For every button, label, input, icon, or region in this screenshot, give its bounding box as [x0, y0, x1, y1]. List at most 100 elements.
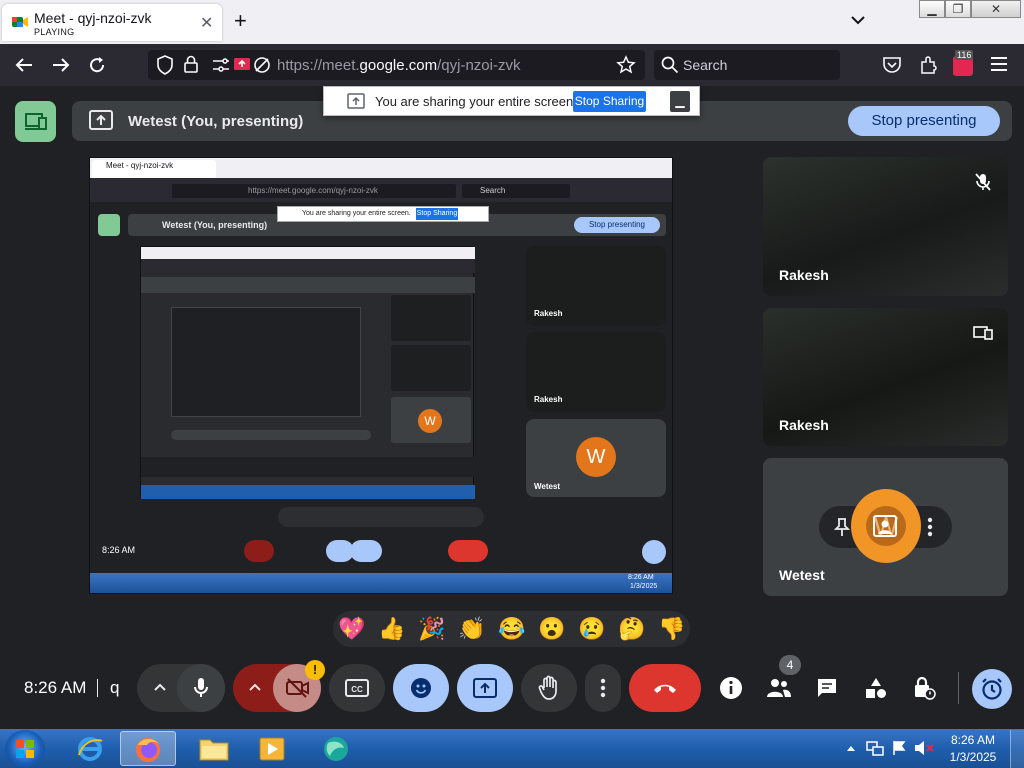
stop-sharing-button[interactable]: Stop Sharing: [573, 91, 646, 112]
frame-person-icon[interactable]: [872, 514, 898, 538]
lock-icon[interactable]: [184, 55, 198, 73]
participant-tile-rakesh-2[interactable]: Rakesh: [763, 308, 1008, 446]
nested-avatar: W: [576, 437, 616, 477]
reaction-party[interactable]: 🎉: [417, 615, 447, 643]
nested-stop-presenting: Stop presenting: [574, 217, 660, 233]
chat-icon[interactable]: [816, 677, 838, 699]
autoplay-blocked-icon[interactable]: [253, 56, 271, 74]
pin-icon[interactable]: [834, 517, 850, 537]
start-button[interactable]: [5, 730, 45, 768]
nested-name-1: Rakesh: [534, 309, 563, 318]
minimize-window-button[interactable]: ▁: [919, 0, 945, 18]
media-player-icon: [259, 737, 285, 761]
presenting-icon: [973, 326, 993, 340]
back-arrow-icon[interactable]: [14, 56, 34, 74]
people-count-badge: 4: [779, 655, 801, 675]
activities-icon[interactable]: [864, 676, 888, 700]
layout-toggle-button[interactable]: [15, 101, 56, 142]
reaction-surprised[interactable]: 😮: [537, 615, 567, 643]
volume-muted-icon[interactable]: [914, 740, 934, 756]
nested-taskbar-date: 1/3/2025: [630, 583, 658, 590]
alarm-clock-icon: [982, 678, 1002, 700]
tab-playing-status: PLAYING: [34, 27, 75, 37]
taskbar-firefox[interactable]: [120, 731, 176, 766]
search-field[interactable]: [654, 50, 840, 80]
divider: [97, 679, 98, 697]
host-controls-lock-icon[interactable]: [912, 675, 936, 701]
camera-warning-badge: !: [305, 660, 325, 680]
screen-share-icon: [89, 110, 113, 130]
microphone-icon: [194, 678, 208, 697]
taskbar-app-green[interactable]: [308, 731, 364, 766]
nested-taskbar-time: 8:26 AM: [628, 574, 654, 581]
tab-close-icon[interactable]: ✕: [200, 13, 213, 33]
reaction-sad[interactable]: 😢: [577, 615, 607, 643]
browser-tab-meet[interactable]: Meet - qyj-nzoi-zvk PLAYING ✕: [2, 4, 222, 41]
muted-mic-icon: [975, 173, 991, 191]
reload-icon[interactable]: [87, 55, 107, 75]
presenting-title: Wetest (You, presenting): [128, 113, 304, 130]
nested-layout-button: [98, 214, 120, 236]
reaction-thumbs-down[interactable]: 👎: [657, 615, 687, 643]
participant-name: Wetest: [779, 567, 825, 583]
reaction-thumbs-up[interactable]: 👍: [377, 615, 407, 643]
participant-tile-rakesh-1[interactable]: Rakesh: [763, 157, 1008, 296]
firefox-icon: [136, 738, 160, 762]
taskbar-file-explorer[interactable]: [186, 731, 242, 766]
forward-arrow-icon[interactable]: [51, 56, 71, 74]
more-vert-icon: [600, 678, 606, 698]
stop-presenting-button[interactable]: Stop presenting: [848, 106, 1000, 136]
present-to-all-icon: [25, 113, 47, 130]
extension-badge: 116: [955, 50, 974, 60]
nested-reactions: [278, 507, 484, 527]
pocket-icon[interactable]: [882, 56, 902, 74]
reaction-heart[interactable]: 💖: [337, 615, 367, 643]
nested-search: Search: [480, 186, 506, 195]
menu-hamburger-icon[interactable]: [990, 56, 1008, 72]
close-window-button[interactable]: ✕: [971, 0, 1021, 18]
taskbar-date[interactable]: 1/3/2025: [948, 750, 998, 764]
meeting-info-icon[interactable]: [719, 676, 743, 700]
taskbar-internet-explorer[interactable]: [62, 731, 118, 766]
show-desktop-button[interactable]: [1010, 730, 1024, 768]
url-text[interactable]: https://meet.google.com/qyj-nzoi-zvk: [277, 57, 520, 74]
nested-presenting-title: Wetest (You, presenting): [162, 220, 268, 230]
nested-name-3: Wetest: [534, 482, 561, 491]
screen-sharing-indicator-icon[interactable]: [233, 56, 251, 74]
bookmark-star-icon[interactable]: [616, 55, 636, 75]
chevron-up-icon[interactable]: [248, 682, 262, 692]
nested-name-2: Rakesh: [534, 395, 563, 404]
restore-window-button[interactable]: ❐: [945, 0, 971, 18]
more-options-icon[interactable]: [926, 516, 934, 538]
action-center-flag-icon[interactable]: [892, 740, 906, 756]
network-icon[interactable]: [866, 740, 884, 756]
internet-explorer-icon: [78, 737, 103, 761]
nested-tab-title: Meet - qyj-nzoi-zvk: [106, 161, 174, 170]
share-screen-icon: [347, 93, 365, 109]
participant-name: Rakesh: [779, 417, 829, 433]
taskbar-time[interactable]: 8:26 AM: [948, 733, 998, 747]
shield-icon[interactable]: [157, 55, 173, 75]
taskbar-media-player[interactable]: [244, 731, 300, 766]
chevron-up-icon[interactable]: [153, 682, 167, 692]
sharing-banner-text: You are sharing your entire screen.: [375, 94, 577, 109]
permissions-icon[interactable]: [212, 57, 230, 73]
tab-title: Meet - qyj-nzoi-zvk: [34, 10, 152, 26]
tab-list-chevron-icon[interactable]: [850, 14, 866, 26]
nested-search-field: [462, 184, 570, 198]
reaction-thinking[interactable]: 🤔: [617, 615, 647, 643]
app-globe-icon: [324, 737, 348, 761]
nested-taskbar: [90, 573, 672, 593]
reaction-laugh[interactable]: 😂: [497, 615, 527, 643]
reaction-clap[interactable]: 👏: [457, 615, 487, 643]
shared-screen-preview: Meet - qyj-nzoi-zvk https://meet.google.…: [89, 157, 673, 594]
new-tab-button[interactable]: +: [234, 8, 247, 34]
divider: [958, 672, 959, 704]
extensions-puzzle-icon[interactable]: [919, 55, 939, 75]
nested-url: https://meet.google.com/qyj-nzoi-zvk: [248, 186, 378, 195]
hide-banner-button[interactable]: ▁: [670, 91, 690, 112]
tray-chevron-up-icon[interactable]: [846, 744, 856, 752]
people-icon[interactable]: [766, 677, 792, 699]
nested-sharing-text: You are sharing your entire screen.: [302, 210, 411, 217]
meeting-code: q: [110, 678, 120, 697]
